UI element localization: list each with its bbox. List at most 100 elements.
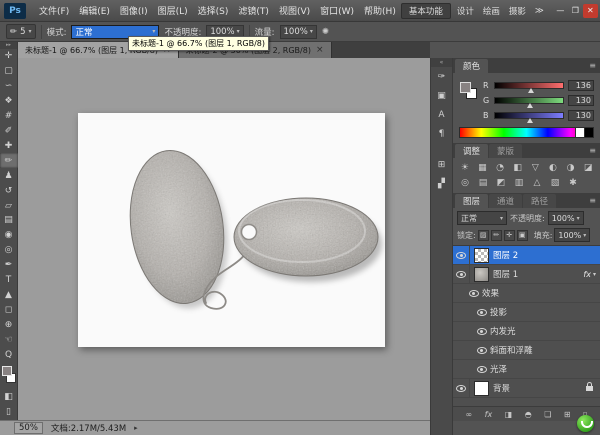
screen-mode-button[interactable]: ▯ bbox=[0, 405, 18, 420]
menu-item-help[interactable]: 帮助(H) bbox=[359, 4, 401, 17]
menu-item-edit[interactable]: 编辑(E) bbox=[74, 4, 115, 17]
visibility-toggle[interactable] bbox=[453, 379, 470, 397]
layer-thumbnail[interactable] bbox=[474, 267, 489, 282]
clone-source-panel-icon[interactable]: ▣ bbox=[431, 86, 453, 105]
hue-saturation-icon[interactable]: ◐ bbox=[545, 161, 561, 174]
lock-image-pixels-icon[interactable]: ✏ bbox=[491, 230, 502, 241]
quick-selection-tool[interactable]: ❖ bbox=[0, 94, 18, 109]
workspace-painting-button[interactable]: 绘画 bbox=[480, 5, 503, 17]
canvas-area[interactable] bbox=[18, 58, 430, 420]
foreground-color-swatch[interactable] bbox=[460, 82, 471, 93]
tab-channels[interactable]: 通道 bbox=[489, 194, 522, 208]
blur-tool[interactable]: ◉ bbox=[0, 228, 18, 243]
color-spectrum-ramp[interactable] bbox=[459, 127, 594, 138]
layer-thumbnail[interactable] bbox=[474, 248, 489, 263]
menu-item-file[interactable]: 文件(F) bbox=[34, 4, 74, 17]
gradient-tool[interactable]: ▤ bbox=[0, 213, 18, 228]
lock-all-icon[interactable]: ▣ bbox=[517, 230, 528, 241]
tab-adjustments[interactable]: 调整 bbox=[455, 144, 488, 158]
link-layers-icon[interactable]: ∞ bbox=[465, 410, 472, 419]
navigator-panel-icon[interactable]: ⊞ bbox=[431, 155, 453, 174]
spot-healing-brush-tool[interactable]: ✚ bbox=[0, 138, 18, 153]
gradient-map-icon[interactable]: ▧ bbox=[547, 176, 563, 189]
menu-item-layer[interactable]: 图层(L) bbox=[153, 4, 193, 17]
menu-item-filter[interactable]: 滤镜(T) bbox=[233, 4, 274, 17]
layer-opacity-dropdown[interactable]: 100% ▾ bbox=[548, 211, 584, 225]
eraser-tool[interactable]: ▱ bbox=[0, 198, 18, 213]
new-layer-icon[interactable]: ⊞ bbox=[564, 410, 571, 419]
airbrush-icon[interactable]: ✺ bbox=[322, 27, 329, 37]
path-selection-tool[interactable]: ▲ bbox=[0, 288, 18, 303]
red-slider[interactable] bbox=[494, 82, 565, 89]
hand-tool[interactable]: ☜ bbox=[0, 332, 18, 347]
close-button[interactable]: ✕ bbox=[583, 4, 598, 18]
dodge-tool[interactable]: ◎ bbox=[0, 243, 18, 258]
levels-icon[interactable]: ▦ bbox=[475, 161, 491, 174]
blue-slider[interactable] bbox=[494, 112, 565, 119]
brush-preset-picker[interactable]: ✏ 5 ▾ bbox=[6, 24, 36, 39]
black-swatch[interactable] bbox=[584, 128, 593, 137]
visibility-toggle[interactable] bbox=[473, 341, 490, 359]
workspace-essentials-button[interactable]: 基本功能 bbox=[401, 3, 451, 19]
layer-group-icon[interactable]: ❏ bbox=[544, 410, 551, 419]
eyedropper-tool[interactable]: ✐ bbox=[0, 124, 18, 139]
flow-dropdown[interactable]: 100% ▾ bbox=[280, 25, 317, 39]
history-brush-tool[interactable]: ↺ bbox=[0, 183, 18, 198]
green-slider[interactable] bbox=[494, 97, 565, 104]
threshold-icon[interactable]: △ bbox=[529, 176, 545, 189]
slider-thumb[interactable] bbox=[527, 103, 533, 108]
3d-rotate-tool[interactable]: ⊕ bbox=[0, 317, 18, 332]
quick-mask-button[interactable]: ◧ bbox=[0, 390, 18, 405]
type-tool[interactable]: T bbox=[0, 273, 18, 288]
visibility-toggle[interactable] bbox=[453, 246, 470, 264]
toolstrip-collapse-icon[interactable]: ▸▸ bbox=[0, 42, 17, 49]
menu-item-window[interactable]: 窗口(W) bbox=[315, 4, 359, 17]
panel-menu-icon[interactable]: ≡ bbox=[589, 196, 596, 205]
lock-transparent-pixels-icon[interactable]: ▨ bbox=[478, 230, 489, 241]
effect-row-bevel-emboss[interactable]: 斜面和浮雕 bbox=[453, 341, 600, 360]
lasso-tool[interactable]: ∽ bbox=[0, 79, 18, 94]
color-balance-icon[interactable]: ◑ bbox=[563, 161, 579, 174]
character-panel-icon[interactable]: A bbox=[431, 105, 453, 124]
blue-value-field[interactable]: 130 bbox=[568, 110, 594, 121]
document-canvas[interactable] bbox=[78, 113, 385, 347]
layer-mask-icon[interactable]: ◨ bbox=[505, 410, 513, 419]
crop-tool[interactable]: # bbox=[0, 109, 18, 124]
panel-menu-icon[interactable]: ≡ bbox=[589, 146, 596, 155]
tab-color[interactable]: 颜色 bbox=[455, 59, 488, 73]
brightness-contrast-icon[interactable]: ☀ bbox=[457, 161, 473, 174]
blend-mode-dropdown[interactable]: 正常 ▾ bbox=[457, 211, 507, 225]
expand-panels-icon[interactable]: « bbox=[431, 58, 452, 67]
visibility-toggle[interactable] bbox=[465, 284, 482, 302]
layer-row-layer-1[interactable]: 图层 1 fx ▾ bbox=[453, 265, 600, 284]
rectangle-tool[interactable]: ◻ bbox=[0, 302, 18, 317]
effect-row-inner-glow[interactable]: 内发光 bbox=[453, 322, 600, 341]
workspace-design-button[interactable]: 设计 bbox=[454, 5, 477, 17]
visibility-toggle[interactable] bbox=[473, 360, 490, 378]
layer-row-background[interactable]: 背景 bbox=[453, 379, 600, 398]
tab-layers[interactable]: 图层 bbox=[455, 194, 488, 208]
foreground-color-swatch[interactable] bbox=[2, 366, 12, 376]
invert-icon[interactable]: ◩ bbox=[493, 176, 509, 189]
close-tab-icon[interactable]: × bbox=[316, 45, 324, 55]
right-stone[interactable] bbox=[234, 198, 378, 276]
layer-row-layer-2[interactable]: 图层 2 bbox=[453, 246, 600, 265]
effect-row-satin[interactable]: 光泽 bbox=[453, 360, 600, 379]
layer-fill-dropdown[interactable]: 100% ▾ bbox=[554, 228, 590, 242]
lock-position-icon[interactable]: ✛ bbox=[504, 230, 515, 241]
restore-button[interactable]: ❐ bbox=[568, 4, 583, 18]
layer-thumbnail[interactable] bbox=[474, 381, 489, 396]
slider-thumb[interactable] bbox=[528, 88, 534, 93]
zoom-tool[interactable]: Q bbox=[0, 347, 18, 362]
white-swatch[interactable] bbox=[575, 128, 584, 137]
minimize-button[interactable]: — bbox=[553, 4, 568, 18]
histogram-panel-icon[interactable]: ▞ bbox=[431, 174, 453, 193]
red-value-field[interactable]: 136 bbox=[568, 80, 594, 91]
workspace-photography-button[interactable]: 摄影 bbox=[506, 5, 529, 17]
curves-icon[interactable]: ◔ bbox=[492, 161, 508, 174]
layer-style-fx-badge[interactable]: fx bbox=[583, 270, 593, 279]
photo-filter-icon[interactable]: ◎ bbox=[457, 176, 473, 189]
effects-row[interactable]: 效果 bbox=[453, 284, 600, 303]
clone-stamp-tool[interactable]: ♟ bbox=[0, 168, 18, 183]
move-tool[interactable]: ✛ bbox=[0, 49, 18, 64]
